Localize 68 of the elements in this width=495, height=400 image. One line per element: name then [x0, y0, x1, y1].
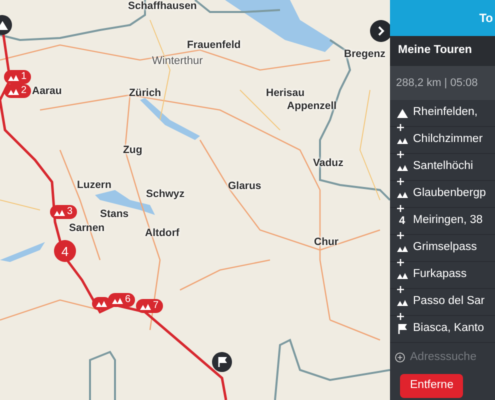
waypoint-row[interactable]: Chilchzimmer [390, 127, 495, 154]
waypoint-row[interactable]: Glaubenbergp [390, 181, 495, 208]
waypoint-row[interactable]: Furkapass [390, 262, 495, 289]
mountain-icon [112, 296, 123, 304]
waypoint-name: Rheinfelden, [413, 105, 478, 120]
mountain-icon [396, 298, 408, 306]
mountain-icon [396, 244, 408, 252]
waypoint-name: Passo del Sar [413, 294, 485, 310]
marker-number: 2 [21, 86, 27, 96]
flag-icon [396, 323, 408, 335]
place-label: Sarnen [69, 223, 105, 234]
waypoint-row[interactable]: Biasca, Kanto [390, 316, 495, 343]
marker-number: 4 [61, 244, 69, 258]
mountain-icon [396, 190, 408, 198]
mountain-icon [8, 72, 19, 82]
plus-icon[interactable] [397, 259, 404, 266]
plus-icon[interactable] [397, 313, 404, 320]
panel-header: To [390, 0, 495, 36]
marker-number: 1 [21, 72, 27, 82]
mountain-icon [54, 208, 65, 216]
mountain-icon [396, 108, 408, 118]
next-button[interactable] [370, 20, 390, 42]
place-label: Zug [123, 145, 142, 156]
waypoint-row[interactable]: Grimselpass [390, 235, 495, 262]
place-label: Glarus [228, 181, 262, 192]
plus-icon[interactable] [397, 151, 404, 158]
plus-icon[interactable] [397, 286, 404, 293]
waypoint-row[interactable]: Rheinfelden, [390, 100, 495, 127]
waypoint-row[interactable]: 4 Meiringen, 38 [390, 208, 495, 235]
waypoint-name: Santelhöchi [413, 159, 474, 174]
place-label: Schwyz [146, 189, 185, 200]
tours-title: Meine Touren [390, 36, 495, 66]
mountain-icon [396, 270, 408, 280]
place-label: Herisau [266, 88, 305, 98]
mountain-icon [96, 299, 107, 308]
waypoint-name: Furkapass [413, 267, 467, 282]
waypoint-name: Glaubenbergp [413, 186, 486, 202]
place-label: Aarau [32, 86, 62, 96]
marker-number: 7 [153, 301, 159, 311]
waypoint-name: Chilchzimmer [413, 132, 483, 148]
place-label: Frauenfeld [187, 40, 241, 50]
waypoint-name: Biasca, Kanto [413, 321, 484, 336]
plus-icon[interactable] [397, 205, 404, 212]
chevron-right-icon [377, 26, 385, 36]
marker-number: 6 [125, 295, 131, 305]
plus-icon[interactable] [397, 124, 404, 131]
waypoint-name: Grimselpass [413, 240, 477, 256]
waypoint-name: Meiringen, 38 [413, 213, 483, 228]
place-label: Chur [314, 237, 338, 248]
waypoint-number: 4 [398, 214, 406, 229]
plus-icon[interactable] [397, 178, 404, 185]
remove-button[interactable]: Entferne [400, 374, 464, 398]
mountain-icon [396, 136, 408, 144]
flag-icon [216, 356, 228, 368]
plus-icon[interactable] [397, 232, 404, 239]
marker-number: 3 [67, 207, 73, 217]
waypoint-row[interactable]: Santelhöchi [390, 154, 495, 181]
route-summary: 288,2 km | 05:08 [390, 66, 495, 100]
mountain-icon [396, 162, 408, 172]
waypoint-row[interactable]: Passo del Sar [390, 289, 495, 316]
address-search-field[interactable]: Adresssuche [410, 349, 490, 366]
place-label: Altdorf [145, 228, 180, 238]
place-label: Luzern [77, 180, 112, 190]
add-icon [395, 351, 405, 364]
place-label: Stans [100, 209, 129, 220]
mountain-icon [140, 302, 151, 310]
mountain-icon [8, 86, 19, 96]
place-label: Zürich [129, 88, 162, 98]
